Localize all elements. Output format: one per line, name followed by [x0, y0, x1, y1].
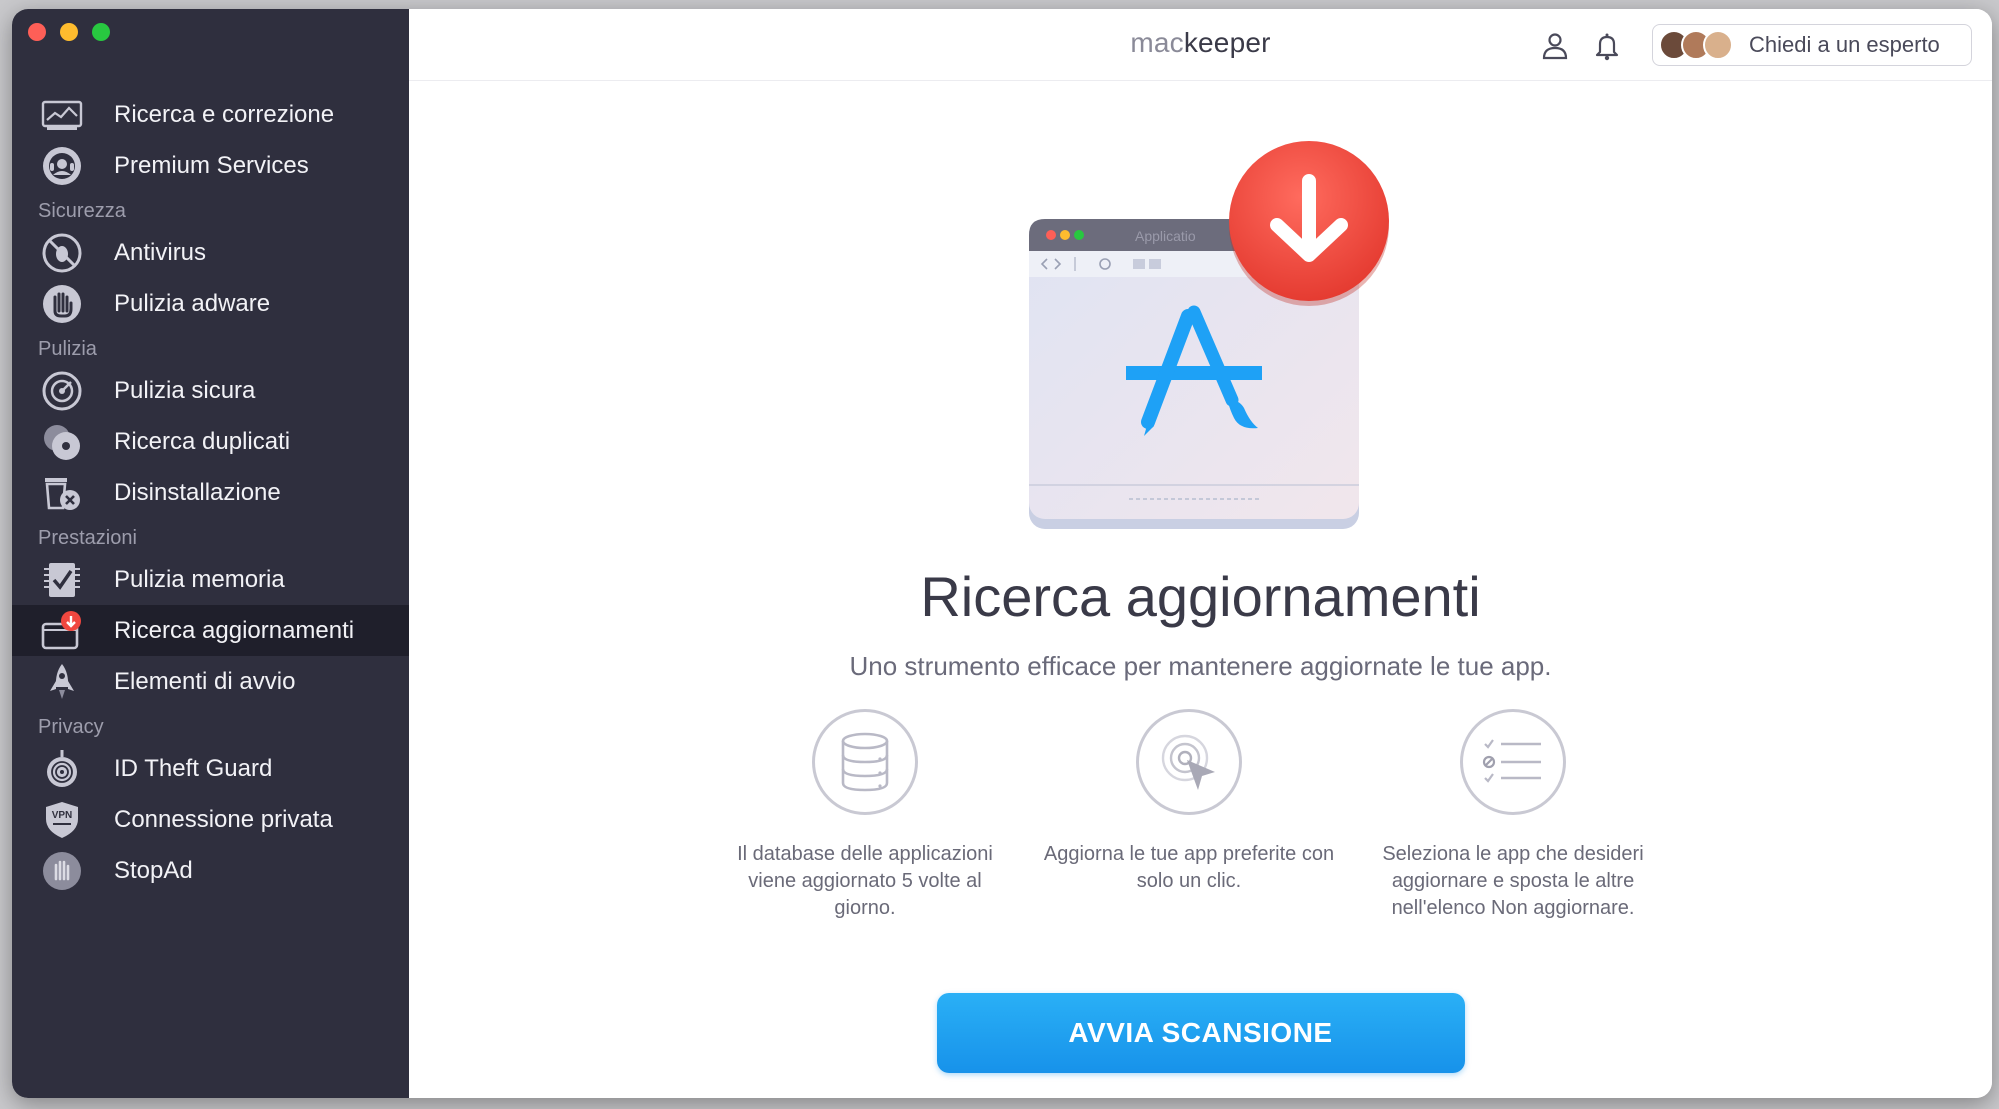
- sidebar-item-stopad[interactable]: StopAd: [12, 845, 409, 896]
- ask-expert-label: Chiedi a un esperto: [1749, 32, 1940, 57]
- feature-text: Il database delle applicazioni viene agg…: [737, 843, 993, 919]
- feature-item-select-apps: Seleziona le app che desideri aggiornare…: [1363, 709, 1663, 922]
- sidebar-item-label: Connessione privata: [114, 805, 333, 833]
- brand-part2: keeper: [1183, 27, 1271, 58]
- main-content: mackeeper Chiedi a un esperto Applicatio…: [409, 9, 1992, 1098]
- sidebar-item-label: Ricerca e correzione: [114, 100, 335, 128]
- sidebar-item-label: Pulizia memoria: [114, 565, 285, 593]
- sidebar-item-label: ID Theft Guard: [114, 754, 273, 782]
- window-controls: [28, 23, 110, 41]
- sidebar-item-pulizia-adware[interactable]: Pulizia adware: [12, 278, 409, 329]
- app-window: Ricerca e correzione Premium Services Si…: [12, 9, 1992, 1098]
- page-subtitle: Uno strumento efficace per mantenere agg…: [849, 651, 1552, 681]
- minimize-window-button[interactable]: [60, 23, 78, 41]
- sidebar-item-pulizia-sicura[interactable]: Pulizia sicura: [12, 365, 409, 416]
- illustration-window-title: Applicatio: [1135, 228, 1196, 244]
- sidebar-item-antivirus[interactable]: Antivirus: [12, 227, 409, 278]
- svg-text:VPN: VPN: [52, 810, 73, 821]
- sidebar-item-label: Pulizia sicura: [114, 376, 256, 404]
- sidebar-item-id-theft-guard[interactable]: ID Theft Guard: [12, 743, 409, 794]
- rocket-icon: [40, 660, 84, 704]
- feature-item-database: Il database delle applicazioni viene agg…: [715, 709, 1015, 922]
- maximize-window-button[interactable]: [92, 23, 110, 41]
- memory-check-icon: [40, 558, 84, 602]
- disk-clean-icon: [40, 369, 84, 413]
- sidebar-item-premium-services[interactable]: Premium Services: [12, 140, 409, 191]
- sidebar-item-connessione-privata[interactable]: VPN Connessione privata: [12, 794, 409, 845]
- checklist-icon: [1460, 709, 1566, 815]
- headset-icon: [40, 144, 84, 188]
- feature-text: Seleziona le app che desideri aggiornare…: [1382, 843, 1644, 919]
- sidebar-item-ricerca-e-correzione[interactable]: Ricerca e correzione: [12, 89, 409, 140]
- sidebar-item-ricerca-duplicati[interactable]: Ricerca duplicati: [12, 416, 409, 467]
- sidebar-item-label: Antivirus: [114, 238, 207, 266]
- brand-part1: mac: [1130, 27, 1184, 58]
- feature-list: Il database delle applicazioni viene agg…: [409, 709, 1992, 969]
- app-logo: mackeeper: [1130, 27, 1270, 59]
- close-window-button[interactable]: [28, 23, 46, 41]
- update-tracker-icon: [40, 609, 84, 653]
- sidebar-item-ricerca-aggiornamenti[interactable]: Ricerca aggiornamenti: [12, 605, 409, 656]
- no-bug-icon: [40, 231, 84, 275]
- app-update-illustration: Applicatio: [1009, 139, 1429, 539]
- topbar: mackeeper Chiedi a un esperto: [409, 9, 1992, 81]
- sidebar-item-label: Elementi di avvio: [114, 667, 296, 695]
- sidebar-nav: Ricerca e correzione Premium Services Si…: [12, 89, 409, 896]
- ask-expert-button[interactable]: Chiedi a un esperto: [1652, 24, 1972, 66]
- avatar: [1703, 30, 1733, 60]
- sidebar-item-elementi-di-avvio[interactable]: Elementi di avvio: [12, 656, 409, 707]
- account-icon[interactable]: [1540, 31, 1570, 61]
- expert-avatars: [1659, 30, 1733, 60]
- database-icon: [812, 709, 918, 815]
- click-target-icon: [1136, 709, 1242, 815]
- sidebar-item-label: Ricerca aggiornamenti: [114, 616, 355, 644]
- sidebar-item-label: Pulizia adware: [114, 289, 271, 317]
- section-pulizia: Pulizia: [38, 338, 97, 360]
- section-sicurezza: Sicurezza: [38, 200, 126, 222]
- sidebar: Ricerca e correzione Premium Services Si…: [12, 9, 409, 1098]
- uninstall-trash-icon: [40, 471, 84, 515]
- sidebar-item-disinstallazione[interactable]: Disinstallazione: [12, 467, 409, 518]
- sidebar-item-label: Disinstallazione: [114, 478, 281, 506]
- section-prestazioni: Prestazioni: [38, 527, 137, 549]
- stopad-hand-icon: [40, 849, 84, 893]
- vpn-shield-icon: VPN: [40, 798, 84, 842]
- notifications-bell-icon[interactable]: [1592, 31, 1622, 61]
- duplicate-disks-icon: [40, 420, 84, 464]
- sidebar-item-label: Ricerca duplicati: [114, 427, 291, 455]
- fingerprint-icon: [40, 747, 84, 791]
- sidebar-item-pulizia-memoria[interactable]: Pulizia memoria: [12, 554, 409, 605]
- feature-item-one-click: Aggiorna le tue app preferite con solo u…: [1039, 709, 1339, 895]
- sidebar-item-label: Premium Services: [114, 151, 309, 179]
- sidebar-item-label: StopAd: [114, 856, 193, 884]
- hand-stop-icon: [40, 282, 84, 326]
- monitor-scan-icon: [40, 93, 84, 137]
- feature-text: Aggiorna le tue app preferite con solo u…: [1043, 843, 1335, 892]
- section-privacy: Privacy: [38, 716, 104, 738]
- start-scan-button[interactable]: AVVIA SCANSIONE: [936, 993, 1465, 1073]
- page-title: Ricerca aggiornamenti: [920, 565, 1481, 628]
